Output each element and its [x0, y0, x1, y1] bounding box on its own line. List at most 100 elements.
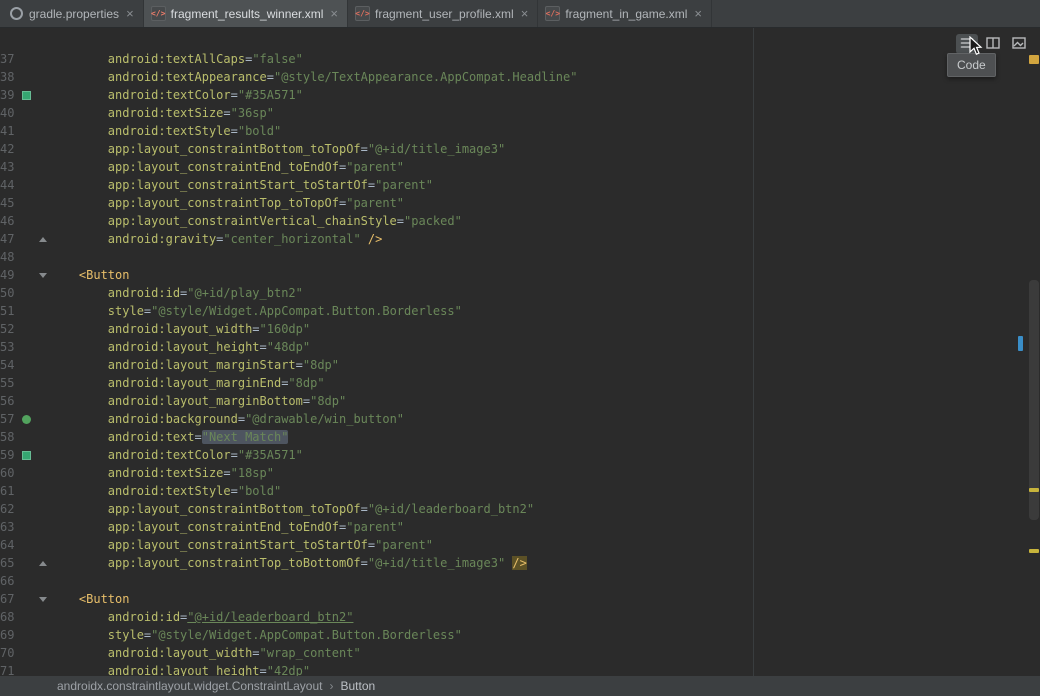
code-line[interactable]: 50 android:id="@+id/play_btn2" [0, 284, 1040, 302]
line-number: 68 [0, 608, 17, 626]
code-view-button[interactable] [956, 34, 978, 54]
tab-close-icon[interactable]: × [330, 7, 338, 20]
drawable-preview-icon[interactable] [17, 410, 35, 428]
code-text: android:layout_marginStart="8dp" [50, 356, 1040, 374]
line-number: 37 [0, 50, 17, 68]
code-line[interactable]: 49 <Button [0, 266, 1040, 284]
code-line[interactable]: 63 app:layout_constraintEnd_toEndOf="par… [0, 518, 1040, 536]
code-text: android:layout_width="160dp" [50, 320, 1040, 338]
fold-slot [35, 374, 50, 392]
fold-slot [35, 572, 50, 590]
gutter-mark [22, 91, 31, 100]
code-line[interactable]: 62 app:layout_constraintBottom_toTopOf="… [0, 500, 1040, 518]
code-line[interactable]: 44 app:layout_constraintStart_toStartOf=… [0, 176, 1040, 194]
color-preview-icon[interactable] [17, 86, 35, 104]
editor-tab[interactable]: </> fragment_user_profile.xml × [348, 0, 538, 27]
code-line[interactable]: 67 <Button [0, 590, 1040, 608]
code-line[interactable]: 69 style="@style/Widget.AppCompat.Button… [0, 626, 1040, 644]
scrollbar-thumb[interactable] [1029, 280, 1039, 520]
fold-end-icon[interactable] [35, 230, 50, 248]
code-text: <Button [50, 266, 1040, 284]
editor[interactable]: 37 android:textAllCaps="false"38 android… [0, 28, 1040, 676]
line-number: 44 [0, 176, 17, 194]
code-line[interactable]: 39 android:textColor="#35A571" [0, 86, 1040, 104]
code-line[interactable]: 60 android:textSize="18sp" [0, 464, 1040, 482]
code-line[interactable]: 58 android:text="Next Match" [0, 428, 1040, 446]
code-line[interactable]: 47 android:gravity="center_horizontal" /… [0, 230, 1040, 248]
code-text: android:background="@drawable/win_button… [50, 410, 1040, 428]
token-eq: = [260, 340, 267, 354]
token-str: "42dp" [267, 664, 310, 676]
xml-file-icon: </> [545, 6, 560, 21]
code-line[interactable]: 43 app:layout_constraintEnd_toEndOf="par… [0, 158, 1040, 176]
code-area[interactable]: 37 android:textAllCaps="false"38 android… [0, 28, 1040, 676]
code-line[interactable]: 48 [0, 248, 1040, 266]
code-text: app:layout_constraintBottom_toTopOf="@+i… [50, 140, 1040, 158]
code-line[interactable]: 70 android:layout_width="wrap_content" [0, 644, 1040, 662]
breadcrumb-separator: › [330, 679, 334, 693]
code-line[interactable]: 71 android:layout_height="42dp" [0, 662, 1040, 676]
fold-start-icon[interactable] [35, 590, 50, 608]
code-text: app:layout_constraintTop_toTopOf="parent… [50, 194, 1040, 212]
line-number: 51 [0, 302, 17, 320]
error-stripe-mark [1029, 488, 1039, 492]
fold-slot [35, 626, 50, 644]
fold-slot [35, 464, 50, 482]
tab-label: fragment_results_winner.xml [171, 7, 324, 21]
editor-tab[interactable]: </>fragment_in_game.xml× [538, 0, 712, 27]
code-text: android:textStyle="bold" [50, 122, 1040, 140]
code-line[interactable]: 45 app:layout_constraintTop_toTopOf="par… [0, 194, 1040, 212]
tab-close-icon[interactable]: × [521, 7, 529, 20]
code-line[interactable]: 54 android:layout_marginStart="8dp" [0, 356, 1040, 374]
code-line[interactable]: 38 android:textAppearance="@style/TextAp… [0, 68, 1040, 86]
code-line[interactable]: 41 android:textStyle="bold" [0, 122, 1040, 140]
error-stripe-mark [1029, 55, 1039, 64]
fold-end-icon[interactable] [35, 554, 50, 572]
editor-tab[interactable]: gradle.properties× [2, 0, 144, 27]
fold-start-icon[interactable] [35, 266, 50, 284]
code-line[interactable]: 40 android:textSize="36sp" [0, 104, 1040, 122]
code-line[interactable]: 55 android:layout_marginEnd="8dp" [0, 374, 1040, 392]
code-line[interactable]: 59 android:textColor="#35A571" [0, 446, 1040, 464]
code-line[interactable]: 61 android:textStyle="bold" [0, 482, 1040, 500]
xml-file-icon: </> [151, 6, 166, 21]
tab-label: fragment_user_profile.xml [375, 7, 514, 21]
line-number: 60 [0, 464, 17, 482]
android-studio-window: gradle.properties× </> fragment_results_wi… [0, 0, 1040, 696]
token-attr: app:layout_constraintTop_toTopOf [108, 196, 339, 210]
code-text: app:layout_constraintEnd_toEndOf="parent… [50, 158, 1040, 176]
gutter-mark-slot [17, 176, 35, 194]
code-line[interactable]: 46 app:layout_constraintVertical_chainSt… [0, 212, 1040, 230]
breadcrumb-item[interactable]: androidx.constraintlayout.widget.Constra… [57, 679, 323, 693]
fold-slot [35, 662, 50, 676]
code-line[interactable]: 68 android:id="@+id/leaderboard_btn2" [0, 608, 1040, 626]
xml-file-icon: </> [355, 6, 370, 21]
color-preview-icon[interactable] [17, 446, 35, 464]
token-eq: = [296, 358, 303, 372]
design-view-button[interactable] [1008, 34, 1030, 54]
token-eq: = [231, 448, 238, 462]
fold-slot [35, 320, 50, 338]
code-line[interactable]: 57 android:background="@drawable/win_but… [0, 410, 1040, 428]
code-line[interactable]: 65 app:layout_constraintTop_toBottomOf="… [0, 554, 1040, 572]
split-view-button[interactable] [982, 34, 1004, 54]
editor-tab[interactable]: </> fragment_results_winner.xml × [144, 0, 348, 27]
gutter-mark-slot [17, 428, 35, 446]
code-line[interactable]: 53 android:layout_height="48dp" [0, 338, 1040, 356]
line-number: 64 [0, 536, 17, 554]
token-str: "parent" [375, 178, 433, 192]
code-line[interactable]: 52 android:layout_width="160dp" [0, 320, 1040, 338]
code-line[interactable]: 56 android:layout_marginBottom="8dp" [0, 392, 1040, 410]
code-text: android:textSize="36sp" [50, 104, 1040, 122]
token-attr: android:background [108, 412, 238, 426]
code-line[interactable]: 37 android:textAllCaps="false" [0, 50, 1040, 68]
tab-close-icon[interactable]: × [126, 7, 134, 20]
code-line[interactable]: 66 [0, 572, 1040, 590]
code-line[interactable]: 64 app:layout_constraintStart_toStartOf=… [0, 536, 1040, 554]
scrollbar[interactable] [1028, 28, 1040, 676]
code-line[interactable]: 42 app:layout_constraintBottom_toTopOf="… [0, 140, 1040, 158]
breadcrumb-item[interactable]: Button [341, 679, 376, 693]
code-line[interactable]: 51 style="@style/Widget.AppCompat.Button… [0, 302, 1040, 320]
tab-close-icon[interactable]: × [694, 7, 702, 20]
token-attr: android:layout_marginEnd [108, 376, 281, 390]
